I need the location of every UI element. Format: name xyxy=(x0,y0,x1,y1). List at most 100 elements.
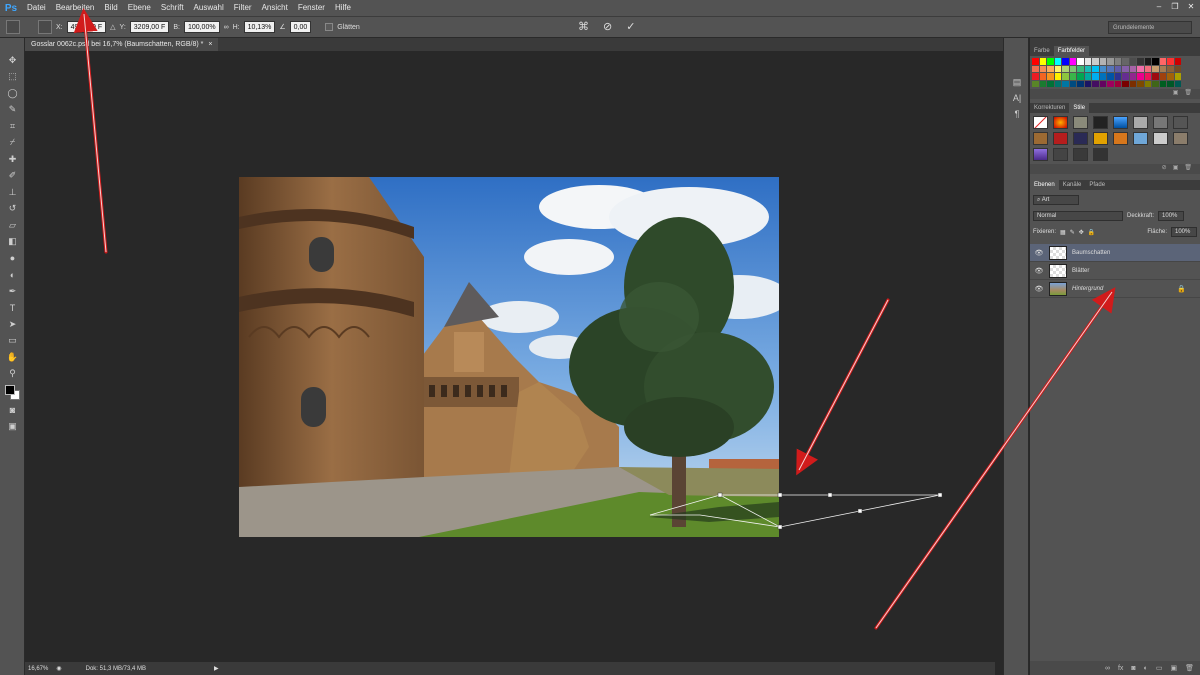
color-swatch[interactable] xyxy=(1129,80,1136,87)
width-field[interactable]: 100,00% xyxy=(183,21,220,33)
color-swatch[interactable] xyxy=(1084,58,1091,65)
minimize-icon[interactable]: – xyxy=(1152,1,1166,13)
screen-mode-icon[interactable]: ▣ xyxy=(0,419,25,436)
visibility-eye-icon[interactable]: 👁 xyxy=(1034,285,1044,293)
color-swatch[interactable] xyxy=(1114,80,1121,87)
add-mask-icon[interactable]: ◙ xyxy=(1131,665,1135,672)
style-preset[interactable] xyxy=(1113,116,1128,129)
color-swatch[interactable] xyxy=(1032,80,1039,87)
style-preset[interactable] xyxy=(1093,116,1108,129)
color-swatches[interactable] xyxy=(0,382,25,402)
style-preset[interactable] xyxy=(1073,132,1088,145)
menu-item-fenster[interactable]: Fenster xyxy=(293,0,330,16)
layer-name[interactable]: Blätter xyxy=(1072,268,1089,274)
color-swatch[interactable] xyxy=(1039,73,1046,80)
color-swatch[interactable] xyxy=(1107,65,1114,72)
delete-swatch-icon[interactable]: 🗑 xyxy=(1184,89,1192,99)
workspace-select[interactable]: Grundelemente xyxy=(1108,21,1192,34)
color-swatch[interactable] xyxy=(1039,80,1046,87)
lock-all-icon[interactable]: 🔒 xyxy=(1088,229,1095,236)
style-preset[interactable] xyxy=(1173,116,1188,129)
menu-item-filter[interactable]: Filter xyxy=(229,0,257,16)
hand-tool-icon[interactable]: ✋ xyxy=(0,349,25,366)
zoom-level[interactable]: 16,67% xyxy=(28,666,48,672)
color-swatch[interactable] xyxy=(1062,80,1069,87)
tab-pfade[interactable]: Pfade xyxy=(1085,180,1109,190)
color-swatch[interactable] xyxy=(1039,65,1046,72)
color-swatch[interactable] xyxy=(1152,80,1159,87)
color-swatch[interactable] xyxy=(1054,58,1061,65)
color-swatch[interactable] xyxy=(1144,65,1151,72)
quick-select-tool-icon[interactable]: ✎ xyxy=(0,102,25,119)
color-swatch[interactable] xyxy=(1167,73,1174,80)
layer-row[interactable]: 👁 Hintergrund 🔒 xyxy=(1030,280,1200,298)
menu-item-bearbeiten[interactable]: Bearbeiten xyxy=(51,0,100,16)
style-preset[interactable] xyxy=(1033,116,1048,129)
color-swatch[interactable] xyxy=(1039,58,1046,65)
clear-style-icon[interactable]: ⊘ xyxy=(1162,164,1167,174)
link-layers-icon[interactable]: ∞ xyxy=(1105,665,1110,672)
style-preset[interactable] xyxy=(1053,132,1068,145)
tab-farbfelder[interactable]: Farbfelder xyxy=(1053,46,1090,56)
layer-style-icon[interactable]: fx xyxy=(1118,665,1123,672)
color-swatch[interactable] xyxy=(1092,58,1099,65)
color-swatch[interactable] xyxy=(1129,58,1136,65)
color-swatch[interactable] xyxy=(1062,73,1069,80)
lock-paint-icon[interactable]: ✎ xyxy=(1070,229,1075,236)
style-preset[interactable] xyxy=(1153,132,1168,145)
color-swatch[interactable] xyxy=(1069,80,1076,87)
style-preset[interactable] xyxy=(1113,132,1128,145)
eyedropper-tool-icon[interactable]: ⌿ xyxy=(0,135,25,152)
history-brush-tool-icon[interactable]: ↺ xyxy=(0,201,25,218)
reference-point-icon[interactable] xyxy=(38,20,52,34)
tab-korrekturen[interactable]: Korrekturen xyxy=(1030,103,1069,113)
layer-row[interactable]: 👁 Blätter xyxy=(1030,262,1200,280)
style-preset[interactable] xyxy=(1133,116,1148,129)
menu-item-hilfe[interactable]: Hilfe xyxy=(330,0,356,16)
color-swatch[interactable] xyxy=(1047,65,1054,72)
color-swatch[interactable] xyxy=(1084,65,1091,72)
pen-tool-icon[interactable]: ✒ xyxy=(0,283,25,300)
move-tool-icon[interactable]: ✥ xyxy=(0,52,25,69)
color-swatch[interactable] xyxy=(1084,80,1091,87)
color-swatch[interactable] xyxy=(1144,73,1151,80)
height-field[interactable]: 10,13% xyxy=(243,21,276,33)
color-swatch[interactable] xyxy=(1077,65,1084,72)
crop-tool-icon[interactable]: ⌗ xyxy=(0,118,25,135)
style-preset[interactable] xyxy=(1173,132,1188,145)
color-swatch[interactable] xyxy=(1032,65,1039,72)
color-swatch[interactable] xyxy=(1137,58,1144,65)
stamp-tool-icon[interactable]: ⊥ xyxy=(0,184,25,201)
close-icon[interactable]: ✕ xyxy=(1184,1,1198,13)
new-layer-icon[interactable]: ▣ xyxy=(1170,664,1177,672)
marquee-tool-icon[interactable]: ⬚ xyxy=(0,69,25,86)
tab-ebenen[interactable]: Ebenen xyxy=(1030,180,1059,190)
history-panel-icon[interactable]: ▤ xyxy=(1004,74,1030,90)
color-swatch[interactable] xyxy=(1062,65,1069,72)
status-icon[interactable]: ◉ xyxy=(56,665,61,672)
color-swatch[interactable] xyxy=(1159,58,1166,65)
color-swatch[interactable] xyxy=(1122,73,1129,80)
color-swatch[interactable] xyxy=(1099,80,1106,87)
commit-transform-icon[interactable]: ✓ xyxy=(626,20,635,33)
color-swatch[interactable] xyxy=(1054,65,1061,72)
link-icon[interactable]: ∞ xyxy=(224,24,229,31)
tab-kanaele[interactable]: Kanäle xyxy=(1059,180,1086,190)
style-preset[interactable] xyxy=(1073,148,1088,161)
menu-item-bild[interactable]: Bild xyxy=(99,0,122,16)
lock-position-icon[interactable]: ✥ xyxy=(1079,229,1084,236)
color-swatch[interactable] xyxy=(1069,73,1076,80)
visibility-eye-icon[interactable]: 👁 xyxy=(1034,267,1044,275)
new-swatch-icon[interactable]: ▣ xyxy=(1173,89,1179,99)
color-swatch[interactable] xyxy=(1054,73,1061,80)
color-swatch[interactable] xyxy=(1144,58,1151,65)
new-group-icon[interactable]: ▭ xyxy=(1156,664,1163,672)
color-swatch[interactable] xyxy=(1032,73,1039,80)
color-swatch[interactable] xyxy=(1167,58,1174,65)
tab-stile[interactable]: Stile xyxy=(1069,103,1090,113)
style-preset[interactable] xyxy=(1093,148,1108,161)
color-swatch[interactable] xyxy=(1174,80,1181,87)
color-swatch[interactable] xyxy=(1137,73,1144,80)
restore-icon[interactable]: ❐ xyxy=(1168,1,1182,13)
zoom-tool-icon[interactable]: ⚲ xyxy=(0,366,25,383)
